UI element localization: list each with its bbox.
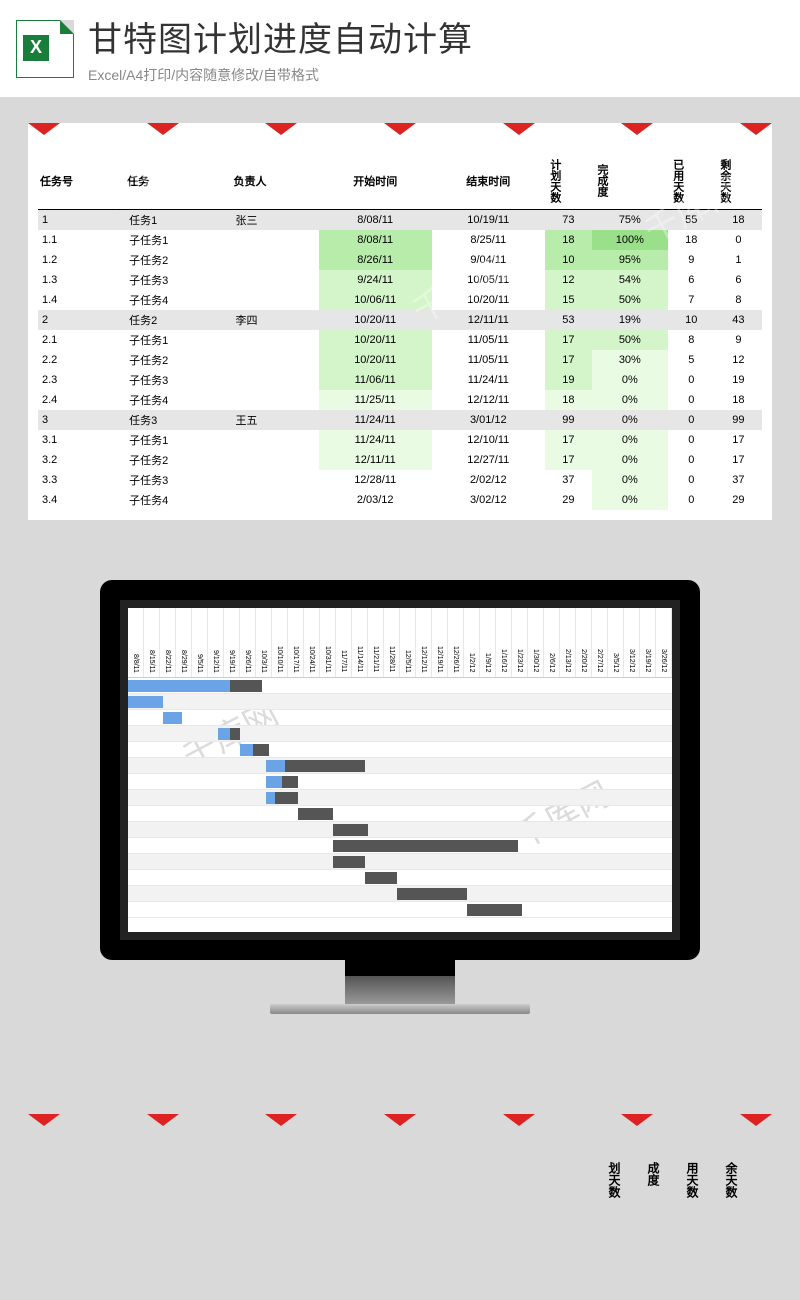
gantt-chart: 千库网 千库网 8/8/118/15/118/22/118/29/119/5/1…: [128, 608, 672, 932]
table-row: 3任务3王五11/24/113/01/12990%099: [38, 410, 762, 430]
page-header: X 甘特图计划进度自动计算 Excel/A4打印/内容随意修改/自带格式: [0, 0, 800, 97]
table-row: 1.4子任务410/06/1110/20/111550%78: [38, 290, 762, 310]
table-row: 1任务1张三8/08/1110/19/117375%5518: [38, 209, 762, 230]
bottom-triangles: [0, 1114, 800, 1126]
page-title: 甘特图计划进度自动计算: [88, 12, 473, 61]
table-row: 2任务2李四10/20/1112/11/115319%1043: [38, 310, 762, 330]
table-row: 1.3子任务39/24/1110/05/111254%66: [38, 270, 762, 290]
table-row: 1.1子任务18/08/118/25/1118100%180: [38, 230, 762, 250]
table-row: 2.4子任务411/25/1112/12/11180%018: [38, 390, 762, 410]
table-row: 3.2子任务212/11/1112/27/11170%017: [38, 450, 762, 470]
table-row: 2.1子任务110/20/1111/05/111750%89: [38, 330, 762, 350]
excel-icon: X: [16, 20, 74, 78]
table-row: 1.2子任务28/26/119/04/111095%91: [38, 250, 762, 270]
monitor-mockup: 千库网 千库网 8/8/118/15/118/22/118/29/119/5/1…: [100, 580, 700, 1014]
page-subtitle: Excel/A4打印/内容随意修改/自带格式: [88, 65, 473, 85]
table-row: 3.3子任务312/28/112/02/12370%037: [38, 470, 762, 490]
table-row: 3.4子任务42/03/123/02/12290%029: [38, 490, 762, 510]
gantt-table: 任务号任务负责人开始时间结束时间计划天数完成度已用天数剩余天数 1任务1张三8/…: [38, 153, 762, 510]
table-row: 2.3子任务311/06/1111/24/11190%019: [38, 370, 762, 390]
table-row: 3.1子任务111/24/1112/10/11170%017: [38, 430, 762, 450]
spreadsheet-panel: 千库网 千库网 千库网 任务号任务负责人开始时间结束时间计划天数完成度已用天数剩…: [28, 123, 772, 520]
bottom-column-peek: 划天数成度用天数余天数: [0, 1162, 800, 1198]
table-row: 2.2子任务210/20/1111/05/111730%512: [38, 350, 762, 370]
